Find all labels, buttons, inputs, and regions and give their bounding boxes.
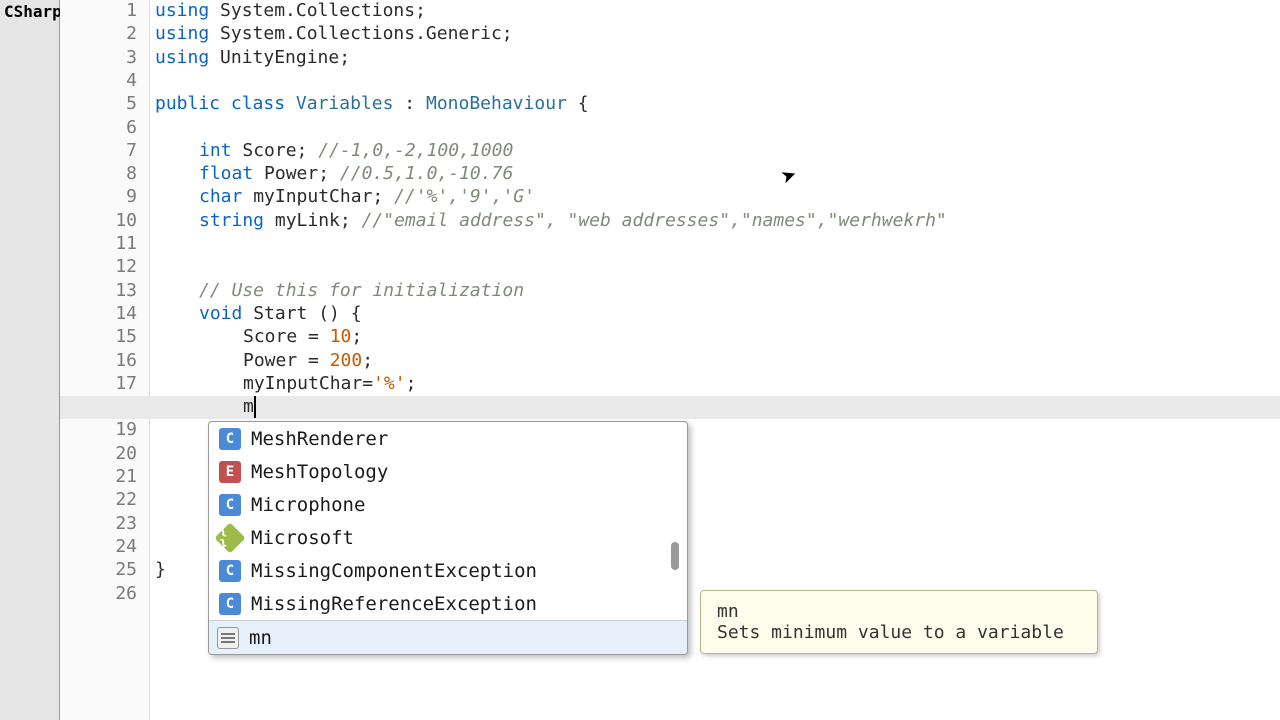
- line-number: 6: [77, 117, 137, 138]
- line-number: 5: [77, 93, 137, 114]
- line-number: 4: [77, 70, 137, 91]
- autocomplete-item-selected[interactable]: mn: [209, 620, 687, 654]
- code-line[interactable]: // Use this for initialization: [199, 280, 524, 301]
- line-number: 1: [77, 0, 137, 21]
- sidebar-file-label: CSharp: [4, 2, 62, 21]
- autocomplete-item[interactable]: E MeshTopology: [209, 455, 687, 488]
- autocomplete-label: mn: [249, 627, 272, 649]
- code-line[interactable]: Score = 10;: [243, 326, 362, 347]
- autocomplete-label: Microsoft: [251, 527, 354, 549]
- line-number: 21: [77, 466, 137, 487]
- line-number: 3: [77, 47, 137, 68]
- tooltip-title: mn: [717, 601, 1081, 622]
- code-line[interactable]: myInputChar='%';: [243, 373, 416, 394]
- autocomplete-popup[interactable]: C MeshRenderer E MeshTopology C Micropho…: [208, 421, 688, 655]
- line-number: 20: [77, 443, 137, 464]
- line-number: 12: [77, 256, 137, 277]
- text-caret: [254, 396, 256, 418]
- line-number: 24: [77, 536, 137, 557]
- line-number: 17: [77, 373, 137, 394]
- autocomplete-label: Microphone: [251, 494, 365, 516]
- line-number: 10: [77, 210, 137, 231]
- autocomplete-item[interactable]: C Microphone: [209, 488, 687, 521]
- autocomplete-item[interactable]: { } Microsoft: [209, 521, 687, 554]
- code-line[interactable]: using System.Collections;: [155, 0, 426, 21]
- tooltip-description: Sets minimum value to a variable: [717, 622, 1081, 643]
- line-number: 9: [77, 186, 137, 207]
- line-number: 8: [77, 163, 137, 184]
- autocomplete-item[interactable]: C MeshRenderer: [209, 422, 687, 455]
- line-number: 15: [77, 326, 137, 347]
- code-line[interactable]: char myInputChar; //'%','9','G': [199, 186, 535, 207]
- line-gutter: 1234567891011121314151617181920212223242…: [60, 0, 150, 720]
- line-number: 2: [77, 23, 137, 44]
- autocomplete-label: MeshRenderer: [251, 428, 388, 450]
- enum-icon: E: [219, 461, 241, 483]
- line-number: 26: [77, 583, 137, 604]
- class-icon: C: [219, 560, 241, 582]
- line-number: 23: [77, 513, 137, 534]
- namespace-icon: { }: [214, 522, 245, 553]
- code-line[interactable]: void Start () {: [199, 303, 362, 324]
- class-icon: C: [219, 494, 241, 516]
- code-line[interactable]: float Power; //0.5,1.0,-10.76: [199, 163, 513, 184]
- line-number: 22: [77, 489, 137, 510]
- autocomplete-label: MissingComponentException: [251, 560, 537, 582]
- autocomplete-scrollbar-thumb[interactable]: [671, 542, 679, 570]
- sidebar: CSharp: [0, 0, 60, 720]
- line-number: 14: [77, 303, 137, 324]
- line-number: 13: [77, 280, 137, 301]
- line-number: 19: [77, 419, 137, 440]
- code-line[interactable]: string myLink; //"email address", "web a…: [199, 210, 947, 231]
- line-number: 11: [77, 233, 137, 254]
- code-line[interactable]: public class Variables : MonoBehaviour {: [155, 93, 589, 114]
- autocomplete-item[interactable]: C MissingReferenceException: [209, 587, 687, 620]
- code-line[interactable]: Power = 200;: [243, 350, 373, 371]
- template-icon: [217, 627, 239, 649]
- code-line[interactable]: using UnityEngine;: [155, 47, 350, 68]
- class-icon: C: [219, 593, 241, 615]
- autocomplete-label: MeshTopology: [251, 461, 388, 483]
- autocomplete-list[interactable]: C MeshRenderer E MeshTopology C Micropho…: [209, 422, 687, 620]
- code-line[interactable]: int Score; //-1,0,-2,100,1000: [199, 140, 513, 161]
- autocomplete-tooltip: mn Sets minimum value to a variable: [700, 590, 1098, 654]
- code-line[interactable]: m: [243, 396, 254, 417]
- line-number: 16: [77, 350, 137, 371]
- line-number: 25: [77, 559, 137, 580]
- autocomplete-label: MissingReferenceException: [251, 593, 537, 615]
- line-number: 7: [77, 140, 137, 161]
- code-line[interactable]: using System.Collections.Generic;: [155, 23, 513, 44]
- class-icon: C: [219, 428, 241, 450]
- autocomplete-item[interactable]: C MissingComponentException: [209, 554, 687, 587]
- code-line[interactable]: }: [155, 559, 166, 580]
